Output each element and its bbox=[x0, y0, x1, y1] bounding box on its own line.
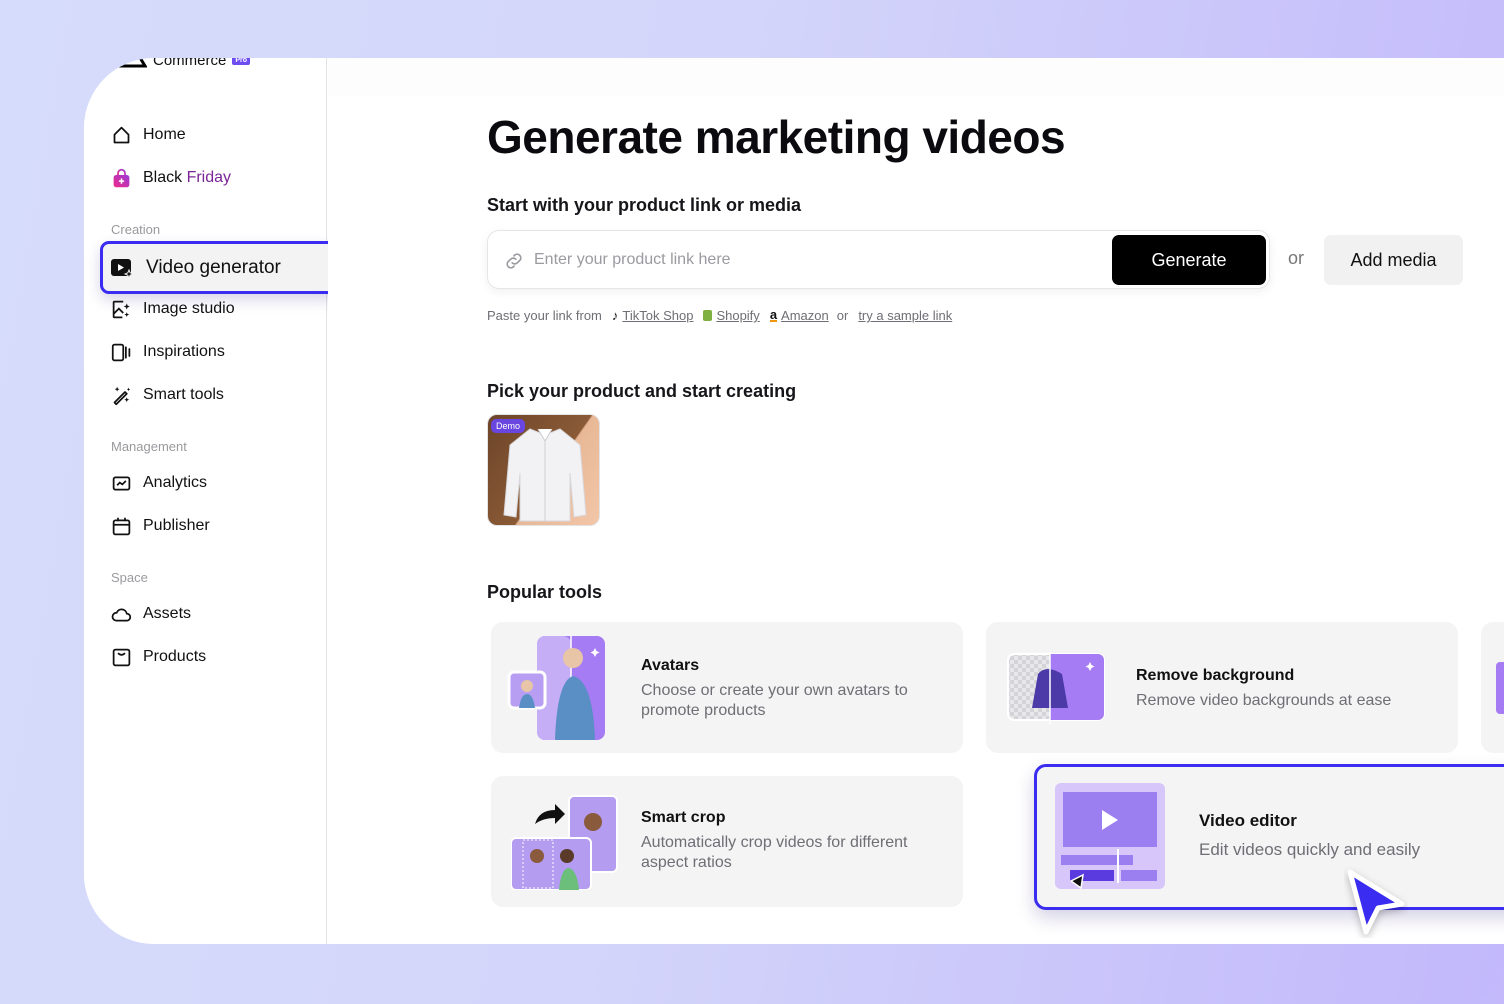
paste-prefix: Paste your link from bbox=[487, 308, 602, 323]
tool-card-smart-crop[interactable]: Smart crop Automatically crop videos for… bbox=[491, 776, 963, 907]
tool-title: Video editor bbox=[1199, 811, 1297, 830]
sample-link[interactable]: try a sample link bbox=[858, 308, 952, 323]
mouse-cursor-icon bbox=[1347, 869, 1405, 935]
sidebar-item-products[interactable]: Products bbox=[111, 645, 206, 669]
tiktok-icon: ♪ bbox=[611, 308, 619, 323]
product-card-demo[interactable]: Demo bbox=[487, 414, 600, 526]
page-title: Generate marketing videos bbox=[487, 111, 1066, 163]
sidebar-item-label: Image studio bbox=[143, 300, 235, 317]
link-section-heading: Start with your product link or media bbox=[487, 195, 802, 215]
generate-button[interactable]: Generate bbox=[1112, 235, 1266, 285]
sidebar-item-video-generator[interactable]: Video generator bbox=[100, 241, 337, 294]
top-strip bbox=[328, 58, 1504, 96]
analytics-icon bbox=[112, 476, 131, 490]
add-media-button[interactable]: Add media bbox=[1324, 235, 1463, 285]
remove-background-thumbnail bbox=[1007, 652, 1105, 724]
sidebar-item-label: Smart tools bbox=[143, 386, 224, 403]
shirt-image bbox=[503, 428, 587, 522]
brand-logo-icon bbox=[111, 58, 147, 67]
cloud-icon bbox=[111, 608, 132, 621]
or-text: or bbox=[836, 308, 849, 323]
product-section-heading: Pick your product and start creating bbox=[487, 381, 797, 401]
sidebar: Commerce Pro Home Black Friday Creation bbox=[84, 58, 337, 944]
sidebar-item-assets[interactable]: Assets bbox=[111, 602, 191, 626]
tool-title: Smart crop bbox=[641, 809, 726, 826]
link-icon bbox=[506, 253, 522, 269]
background-frame: Commerce Pro Home Black Friday Creation bbox=[0, 0, 1504, 1004]
sidebar-item-label: Analytics bbox=[143, 474, 208, 491]
sidebar-item-label: Video generator bbox=[146, 256, 281, 278]
brand-name: Commerce bbox=[153, 58, 227, 69]
sidebar-item-home[interactable]: Home bbox=[111, 123, 186, 147]
tool-title: Remove background bbox=[1136, 667, 1295, 684]
tool-card-partial[interactable] bbox=[1481, 622, 1504, 753]
tool-card-avatars[interactable]: Avatars Choose or create your own avatar… bbox=[491, 622, 963, 753]
section-title-management: Management bbox=[111, 439, 187, 454]
smart-crop-thumbnail bbox=[511, 795, 618, 890]
home-icon bbox=[113, 126, 130, 143]
sidebar-item-label: Home bbox=[143, 126, 186, 143]
tools-section-heading: Popular tools bbox=[487, 582, 603, 602]
sidebar-item-label: Assets bbox=[143, 605, 192, 622]
sidebar-item-label: Inspirations bbox=[143, 343, 225, 360]
brand[interactable]: Commerce Pro bbox=[111, 58, 251, 69]
sidebar-item-label: Black Friday bbox=[143, 169, 232, 186]
section-title-creation: Creation bbox=[111, 222, 161, 237]
shopify-link[interactable]: Shopify bbox=[716, 308, 759, 323]
tool-desc: Automatically crop videos for different … bbox=[641, 834, 908, 871]
main-content: Generate marketing videos Start with you… bbox=[328, 58, 1504, 944]
sidebar-item-analytics[interactable]: Analytics bbox=[111, 471, 207, 495]
sidebar-item-inspirations[interactable]: Inspirations bbox=[111, 340, 225, 364]
tool-title: Avatars bbox=[641, 657, 700, 674]
sidebar-item-image-studio[interactable]: Image studio bbox=[111, 297, 235, 321]
product-link-box: Generate bbox=[487, 230, 1270, 289]
app-window: Commerce Pro Home Black Friday Creation bbox=[84, 58, 1504, 944]
tool-desc: Remove video backgrounds at ease bbox=[1136, 692, 1392, 709]
amazon-link[interactable]: Amazon bbox=[781, 308, 829, 323]
sidebar-item-publisher[interactable]: Publisher bbox=[111, 514, 210, 538]
tool-desc: Edit videos quickly and easily bbox=[1199, 840, 1421, 859]
sidebar-item-label: Products bbox=[143, 648, 207, 665]
or-label: or bbox=[1288, 248, 1305, 268]
demo-badge: Demo bbox=[491, 419, 526, 433]
avatars-thumbnail bbox=[507, 636, 605, 740]
amazon-icon: a bbox=[769, 306, 778, 322]
tool-desc: Choose or create your own avatars to pro… bbox=[641, 682, 908, 719]
sidebar-item-black-friday[interactable]: Black Friday bbox=[111, 166, 231, 190]
image-sparkle-icon bbox=[112, 300, 130, 318]
sidebar-item-smart-tools[interactable]: Smart tools bbox=[111, 383, 224, 407]
product-box-icon bbox=[112, 648, 131, 666]
sidebar-item-label: Publisher bbox=[143, 517, 210, 534]
product-link-input[interactable] bbox=[534, 245, 1094, 275]
tool-card-remove-background[interactable]: Remove background Remove video backgroun… bbox=[986, 622, 1458, 753]
paste-sources-row: Paste your link from ♪ TikTok Shop Shopi… bbox=[487, 306, 952, 324]
shopping-bag-icon bbox=[113, 168, 130, 187]
partial-thumbnail bbox=[1496, 662, 1504, 714]
inspirations-icon bbox=[111, 343, 131, 361]
magic-wand-icon bbox=[113, 386, 131, 405]
video-editor-thumbnail bbox=[1055, 783, 1165, 889]
tiktok-shop-link[interactable]: TikTok Shop bbox=[622, 308, 693, 323]
pro-badge: Pro bbox=[232, 58, 251, 65]
section-title-space: Space bbox=[111, 570, 148, 585]
video-sparkle-icon bbox=[111, 258, 134, 279]
tool-card-video-editor[interactable]: Video editor Edit videos quickly and eas… bbox=[1034, 764, 1504, 910]
shopify-icon bbox=[703, 310, 713, 321]
calendar-icon bbox=[112, 517, 131, 535]
